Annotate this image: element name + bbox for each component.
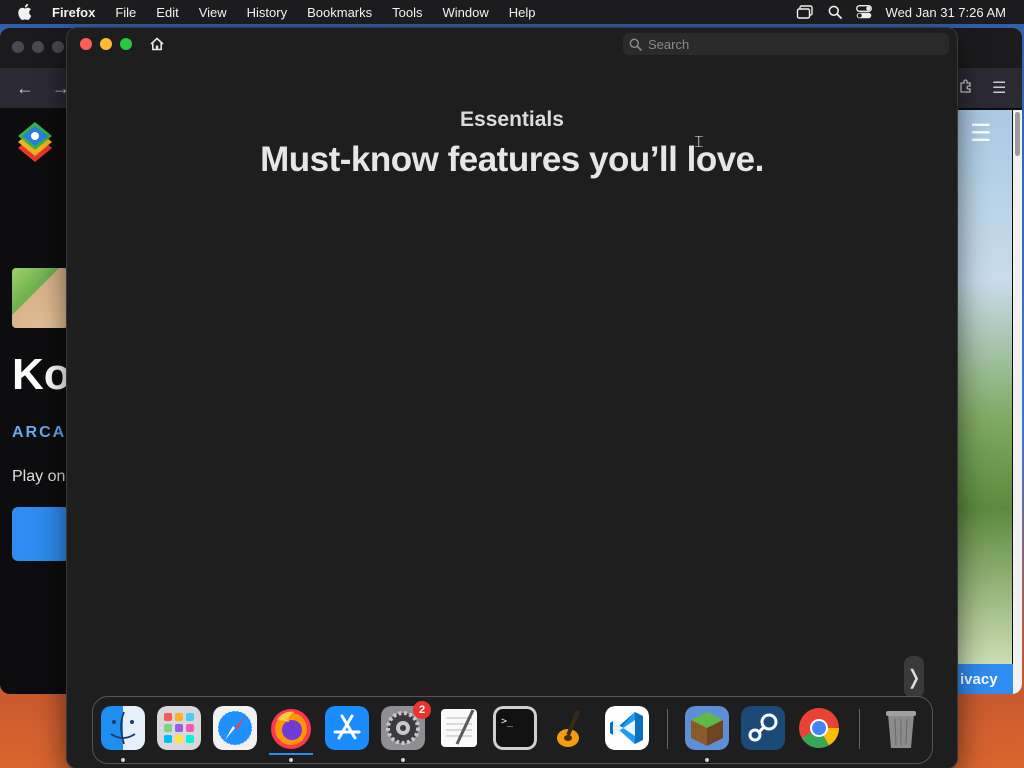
menu-app-name[interactable]: Firefox (52, 5, 95, 20)
notification-badge: 2 (413, 701, 431, 719)
app-store-icon[interactable] (325, 706, 369, 750)
finder-icon[interactable] (101, 706, 145, 750)
textedit-icon[interactable] (437, 706, 481, 750)
search-field[interactable]: Search (623, 33, 949, 55)
maximize-button[interactable] (120, 38, 132, 50)
dock-separator (667, 709, 668, 749)
play-button-fragment[interactable] (12, 507, 72, 561)
launchpad-icon[interactable] (157, 706, 201, 750)
bg-minimize-button[interactable] (32, 41, 44, 53)
search-icon (629, 38, 642, 51)
svg-text:>_: >_ (501, 716, 514, 727)
search-placeholder: Search (648, 36, 690, 52)
minimize-button[interactable] (100, 38, 112, 50)
game-category-fragment: ARCAI (12, 424, 73, 441)
privacy-button-fragment[interactable]: ivacy (958, 664, 1014, 694)
menu-bar: Firefox File Edit View History Bookmarks… (0, 0, 1024, 24)
next-page-button[interactable]: ❭ (904, 656, 924, 698)
bluestacks-logo (18, 122, 52, 162)
steam-icon[interactable] (741, 706, 785, 750)
app-menu-icon[interactable]: ☰ (992, 78, 1006, 98)
menu-file[interactable]: File (115, 5, 136, 20)
menu-history[interactable]: History (247, 5, 287, 20)
firefox-running-indicator (289, 758, 293, 762)
menu-window[interactable]: Window (443, 5, 489, 20)
extensions-icon[interactable] (958, 78, 974, 99)
close-button[interactable] (80, 38, 92, 50)
menubar-clock[interactable]: Wed Jan 31 7:26 AM (886, 5, 1006, 20)
section-kicker: Essentials (460, 108, 564, 131)
spotlight-search-icon[interactable] (828, 5, 842, 19)
page-scrollbar[interactable] (1013, 110, 1022, 694)
menu-edit[interactable]: Edit (156, 5, 178, 20)
firefox-active-underline (269, 753, 313, 755)
apple-menu-icon[interactable] (18, 4, 36, 20)
firefox-icon[interactable] (269, 706, 313, 750)
text-cursor-icon: ⌶ (694, 134, 704, 151)
dock-separator-trash (859, 709, 860, 749)
menu-help[interactable]: Help (509, 5, 536, 20)
home-icon[interactable] (149, 36, 165, 52)
terminal-icon[interactable]: >_ (493, 706, 537, 750)
dock: 2 >_ (92, 696, 933, 764)
trash-icon[interactable] (879, 706, 923, 750)
game-title-fragment: Ko (12, 350, 71, 399)
garageband-icon[interactable] (549, 706, 593, 750)
control-center-icon[interactable] (855, 5, 872, 19)
page-headline: Must-know features you’ll love. (260, 140, 764, 179)
settings-running-indicator (401, 758, 405, 762)
minecraft-running-indicator (705, 758, 709, 762)
safari-icon[interactable] (213, 706, 257, 750)
finder-running-indicator (121, 758, 125, 762)
bg-maximize-button[interactable] (52, 41, 64, 53)
scrollbar-thumb[interactable] (1015, 112, 1020, 156)
game-avatar-image[interactable] (12, 268, 68, 328)
menu-tools[interactable]: Tools (392, 5, 422, 20)
screen-mirroring-icon[interactable] (796, 5, 814, 19)
game-preview-image (958, 110, 1012, 680)
hamburger-menu-icon[interactable]: ☰ (970, 122, 992, 146)
menu-bookmarks[interactable]: Bookmarks (307, 5, 372, 20)
play-on-text-fragment: Play on (12, 468, 66, 485)
back-arrow-icon[interactable]: ← (16, 78, 34, 99)
essentials-window: Search ⌄ Essentials Must-know features y… (67, 28, 957, 768)
bg-close-button[interactable] (12, 41, 24, 53)
vscode-icon[interactable] (605, 706, 649, 750)
chrome-icon[interactable] (797, 706, 841, 750)
menu-view[interactable]: View (199, 5, 227, 20)
minecraft-icon[interactable] (685, 706, 729, 750)
